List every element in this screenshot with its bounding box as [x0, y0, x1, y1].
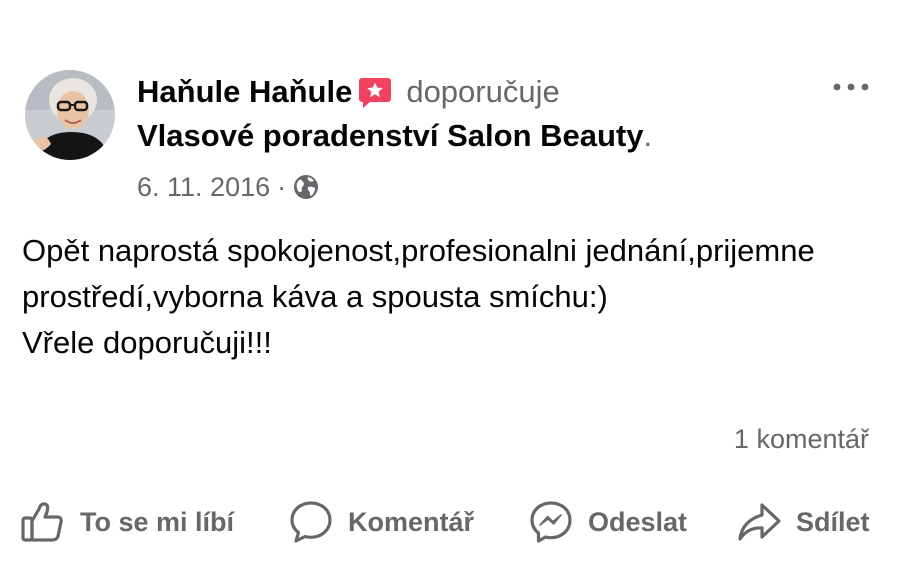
page-name-link[interactable]: Vlasové poradenství Salon Beauty [137, 118, 644, 154]
globe-icon[interactable] [293, 174, 319, 200]
post-meta: 6. 11. 2016 · [137, 167, 319, 207]
avatar-photo [25, 70, 115, 160]
speech-bubble-icon [288, 499, 334, 545]
send-button[interactable]: Odeslat [528, 494, 687, 550]
messenger-icon [528, 499, 574, 545]
comments-count-link[interactable]: 1 komentář [734, 424, 869, 455]
page-period: . [643, 118, 653, 153]
send-label: Odeslat [588, 506, 688, 537]
more-dots-icon [833, 83, 869, 91]
action-bar: To se mi líbí Komentář Odeslat Sdílet [0, 494, 897, 550]
like-label: To se mi líbí [80, 506, 235, 537]
star-badge-icon [358, 75, 392, 109]
like-button[interactable]: To se mi líbí [20, 494, 234, 550]
recommend-verb: doporučuje [406, 74, 560, 109]
post-body-paragraph: Vřele doporučuji!!! [22, 325, 272, 360]
share-button[interactable]: Sdílet [736, 494, 870, 550]
author-name[interactable]: Haňule Haňule [137, 74, 352, 110]
more-options-button[interactable] [826, 72, 876, 102]
post-body: Opět naprostá spokojenost,profesionalni … [22, 228, 882, 366]
meta-separator: · [277, 171, 287, 202]
thumbs-up-icon [20, 499, 66, 545]
post-header: Haňule Haňule doporučuje [137, 70, 560, 114]
post-date[interactable]: 6. 11. 2016 [137, 172, 270, 203]
author-avatar[interactable] [25, 70, 115, 160]
comment-label: Komentář [348, 506, 475, 537]
post-body-paragraph: Opět naprostá spokojenost,profesionalni … [22, 233, 815, 314]
share-arrow-icon [736, 499, 782, 545]
comment-button[interactable]: Komentář [288, 494, 474, 550]
share-label: Sdílet [796, 506, 870, 537]
recommended-page: Vlasové poradenství Salon Beauty. [137, 114, 652, 158]
